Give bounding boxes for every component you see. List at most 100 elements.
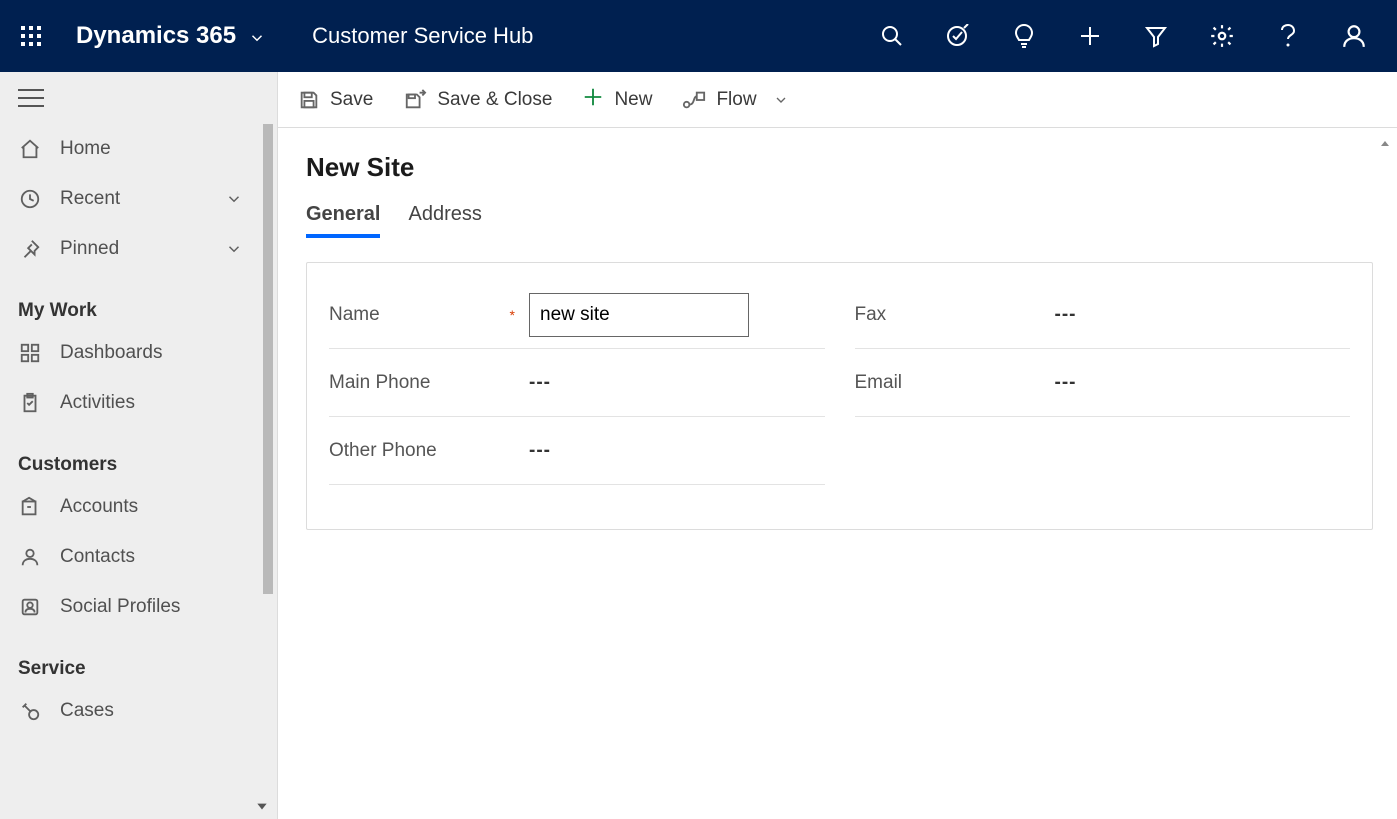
funnel-icon bbox=[1144, 24, 1168, 48]
new-label: New bbox=[614, 89, 652, 111]
advanced-find-button[interactable] bbox=[1123, 0, 1189, 72]
name-input[interactable] bbox=[529, 293, 749, 337]
sidebar-item-home[interactable]: Home bbox=[0, 124, 261, 174]
new-button[interactable]: New bbox=[582, 86, 652, 114]
search-icon bbox=[880, 24, 904, 48]
caret-up-icon bbox=[1379, 138, 1391, 150]
command-bar: Save Save & Close New Flow bbox=[278, 72, 1397, 128]
form-column-left: Name * Main Phone --- Other Phone --- bbox=[329, 281, 825, 485]
field-value: --- bbox=[1055, 304, 1351, 326]
task-check-icon bbox=[946, 24, 970, 48]
sidebar-section-customers: Customers bbox=[0, 428, 261, 482]
sidebar-item-dashboards[interactable]: Dashboards bbox=[0, 328, 261, 378]
save-close-label: Save & Close bbox=[437, 89, 552, 111]
flow-button[interactable]: Flow bbox=[682, 89, 788, 111]
gear-icon bbox=[1209, 23, 1235, 49]
sidebar-item-label: Activities bbox=[60, 392, 135, 414]
contact-icon bbox=[18, 545, 42, 569]
sidebar-item-accounts[interactable]: Accounts bbox=[0, 482, 261, 532]
case-icon bbox=[18, 699, 42, 723]
field-name: Name * bbox=[329, 281, 825, 349]
sidebar-item-label: Pinned bbox=[60, 238, 119, 260]
field-value: --- bbox=[1055, 372, 1351, 394]
sidebar-item-label: Recent bbox=[60, 188, 120, 210]
sidebar-item-label: Cases bbox=[60, 700, 114, 722]
scroll-up-caret[interactable] bbox=[1377, 136, 1393, 152]
main-content: Save Save & Close New Flow New bbox=[278, 72, 1397, 819]
sidebar-toggle[interactable] bbox=[0, 72, 277, 124]
search-button[interactable] bbox=[859, 0, 925, 72]
save-close-icon bbox=[403, 89, 427, 111]
account-icon bbox=[18, 495, 42, 519]
page-title: New Site bbox=[306, 152, 1373, 183]
help-button[interactable] bbox=[1255, 0, 1321, 72]
field-email[interactable]: Email --- bbox=[855, 349, 1351, 417]
product-name: Dynamics 365 bbox=[76, 22, 236, 50]
dashboard-icon bbox=[18, 341, 42, 365]
task-flow-button[interactable] bbox=[925, 0, 991, 72]
plus-icon bbox=[1078, 24, 1102, 48]
field-value: --- bbox=[529, 440, 825, 462]
lightbulb-icon bbox=[1013, 23, 1035, 49]
sidebar-item-recent[interactable]: Recent bbox=[0, 174, 261, 224]
field-label-text: Other Phone bbox=[329, 440, 437, 462]
app-launcher-icon[interactable] bbox=[20, 25, 42, 47]
tab-address[interactable]: Address bbox=[408, 203, 481, 238]
sidebar-item-label: Social Profiles bbox=[60, 596, 180, 618]
field-fax[interactable]: Fax --- bbox=[855, 281, 1351, 349]
user-icon bbox=[1341, 23, 1367, 49]
sidebar-item-label: Accounts bbox=[60, 496, 138, 518]
home-icon bbox=[18, 137, 42, 161]
flow-icon bbox=[682, 90, 706, 110]
sidebar-item-label: Home bbox=[60, 138, 111, 160]
sidebar-section-service: Service bbox=[0, 632, 261, 686]
field-other-phone[interactable]: Other Phone --- bbox=[329, 417, 825, 485]
help-icon bbox=[1277, 23, 1299, 49]
sidebar-scrollbar[interactable] bbox=[263, 124, 273, 594]
chevron-down-icon bbox=[773, 92, 789, 108]
field-value: --- bbox=[529, 372, 825, 394]
sidebar-item-pinned[interactable]: Pinned bbox=[0, 224, 261, 274]
area-switcher[interactable] bbox=[253, 797, 271, 815]
sidebar-item-cases[interactable]: Cases bbox=[0, 686, 261, 736]
field-label-text: Email bbox=[855, 372, 903, 394]
clock-icon bbox=[18, 187, 42, 211]
chevron-down-icon bbox=[248, 29, 266, 47]
required-indicator: * bbox=[510, 307, 515, 323]
tab-general[interactable]: General bbox=[306, 203, 380, 238]
plus-icon bbox=[582, 86, 604, 114]
sitemap-sidebar: Home Recent Pinned bbox=[0, 72, 278, 819]
caret-down-icon bbox=[255, 799, 269, 813]
save-button[interactable]: Save bbox=[298, 89, 373, 111]
field-label-text: Main Phone bbox=[329, 372, 430, 394]
quick-create-button[interactable] bbox=[1057, 0, 1123, 72]
settings-button[interactable] bbox=[1189, 0, 1255, 72]
hamburger-icon bbox=[18, 89, 44, 107]
app-name: Customer Service Hub bbox=[312, 23, 533, 49]
sidebar-item-contacts[interactable]: Contacts bbox=[0, 532, 261, 582]
social-icon bbox=[18, 595, 42, 619]
assistant-button[interactable] bbox=[991, 0, 1057, 72]
chevron-down-icon bbox=[225, 190, 243, 208]
product-switcher[interactable]: Dynamics 365 bbox=[76, 22, 266, 50]
navbar-actions bbox=[859, 0, 1387, 72]
clipboard-icon bbox=[18, 391, 42, 415]
chevron-down-icon bbox=[225, 240, 243, 258]
form-column-right: Fax --- Email --- bbox=[855, 281, 1351, 485]
form-card: Name * Main Phone --- Other Phone --- bbox=[306, 262, 1373, 530]
field-label-text: Name bbox=[329, 304, 380, 326]
field-main-phone[interactable]: Main Phone --- bbox=[329, 349, 825, 417]
pin-icon bbox=[18, 237, 42, 261]
global-navbar: Dynamics 365 Customer Service Hub bbox=[0, 0, 1397, 72]
sidebar-item-label: Contacts bbox=[60, 546, 135, 568]
save-label: Save bbox=[330, 89, 373, 111]
user-profile-button[interactable] bbox=[1321, 0, 1387, 72]
flow-label: Flow bbox=[716, 89, 756, 111]
field-label-text: Fax bbox=[855, 304, 887, 326]
form-tabs: General Address bbox=[306, 203, 1373, 238]
sidebar-item-social-profiles[interactable]: Social Profiles bbox=[0, 582, 261, 632]
save-and-close-button[interactable]: Save & Close bbox=[403, 89, 552, 111]
sidebar-section-my-work: My Work bbox=[0, 274, 261, 328]
save-icon bbox=[298, 89, 320, 111]
sidebar-item-activities[interactable]: Activities bbox=[0, 378, 261, 428]
